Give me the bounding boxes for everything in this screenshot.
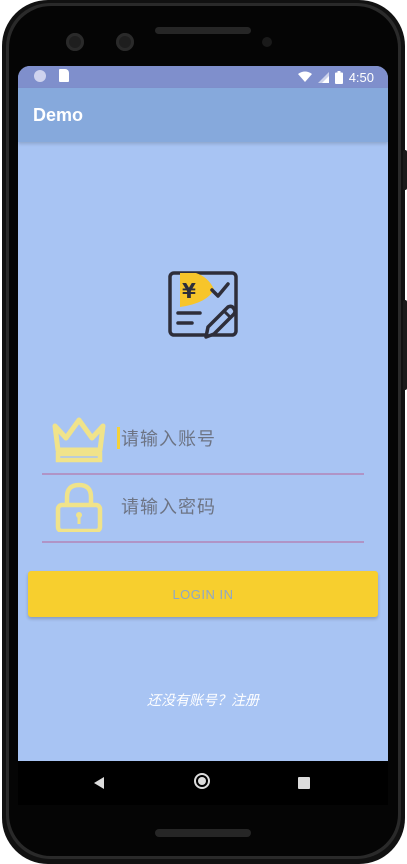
back-icon[interactable]: [94, 777, 104, 789]
volume-button: [403, 150, 407, 190]
power-button: [403, 300, 407, 390]
password-input[interactable]: [119, 491, 363, 523]
proximity-sensor: [262, 37, 272, 47]
wifi-icon: [297, 71, 312, 82]
bill-edit-icon: ¥: [168, 271, 238, 339]
password-underline: [42, 541, 364, 543]
battery-icon: [334, 70, 343, 84]
front-camera-icon: [116, 33, 134, 51]
bottom-speaker: [155, 829, 251, 837]
crown-icon: [52, 417, 106, 463]
account-input[interactable]: [119, 423, 363, 455]
yen-symbol: ¥: [182, 279, 196, 303]
password-field-row: [42, 477, 364, 543]
account-underline: [42, 473, 364, 475]
front-camera-icon: [66, 33, 84, 51]
account-field-row: [42, 409, 364, 475]
app-screen: 4:50 Demo ¥ 请输入账号 LOGIN IN 还没有账号？注册: [18, 66, 388, 761]
status-bar: 4:50: [18, 66, 388, 88]
login-button[interactable]: LOGIN IN: [28, 571, 378, 617]
status-bar-right: 4:50: [297, 68, 374, 86]
app-title: Demo: [33, 105, 84, 125]
phone-device: 4:50 Demo ¥ 请输入账号 LOGIN IN 还没有账号？注册: [0, 0, 407, 864]
navigation-bar: [18, 761, 388, 805]
register-link[interactable]: 还没有账号？注册: [18, 690, 388, 710]
sd-card-icon: [59, 69, 69, 82]
home-icon[interactable]: [194, 773, 210, 789]
signal-icon: [317, 71, 329, 83]
status-time: 4:50: [348, 69, 374, 85]
app-bar: Demo: [18, 88, 388, 142]
lock-icon: [55, 482, 103, 532]
recent-apps-icon[interactable]: [298, 777, 310, 789]
earpiece-speaker: [155, 27, 251, 34]
circle-notification-icon: [34, 70, 46, 82]
